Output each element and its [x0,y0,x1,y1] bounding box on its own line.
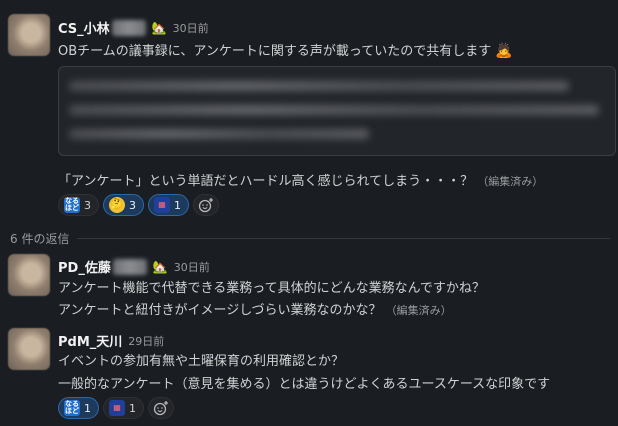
add-emoji-icon [198,198,213,213]
author-name[interactable]: PdM_天川 [58,331,122,350]
message-text: イベントの参加有無や土曜保育の利用確認とか？ [58,354,345,369]
avatar[interactable] [8,14,50,56]
avatar[interactable] [8,254,50,296]
edited-label: （編集済み） [477,175,544,188]
author-name[interactable]: CS_小林 [58,18,110,37]
reaction-blue-custom[interactable]: ▦ 1 [148,194,189,216]
house-status-icon: 🏡 [152,259,168,274]
reactions-bar: なる ほど 3 🤔 3 ▦ 1 [58,194,219,216]
message-text: アンケートと紐付きがイメージしづらい業務なのかな？ （編集済み） [58,303,452,318]
thinking-face-icon: 🤔 [109,197,125,213]
attachment-preview[interactable] [58,66,616,156]
author-name[interactable]: PD_佐藤 [58,257,111,276]
add-emoji-icon [153,401,168,416]
reply-count-divider: 6 件の返信 [10,229,610,247]
timestamp[interactable]: 30日前 [174,259,210,275]
message-followup: 「アンケート」という単語だとハードル高く感じられてしまう・・・？ （編集済み） [58,174,544,189]
reply-count: 6 件の返信 [10,231,70,246]
edited-label: （編集済み） [385,304,452,317]
reaction-thinking[interactable]: 🤔 3 [103,194,144,216]
reaction-naruhodo[interactable]: なる ほど 1 [58,397,99,419]
message-text: OBチームの議事録に、アンケートに関する声が載っていたので共有します 🙇 [58,43,513,59]
avatar[interactable] [8,328,50,370]
custom-emoji-icon: ▦ [109,400,125,416]
timestamp[interactable]: 30日前 [173,20,209,36]
message-text: 一般的なアンケート（意見を集める）とは違うけどよくあるユースケースな印象です [58,377,551,392]
add-reaction-button[interactable] [148,397,174,419]
timestamp[interactable]: 29日前 [128,333,164,349]
naruhodo-icon: なる ほど [64,400,80,416]
message-text: アンケート機能で代替できる業務って具体的にどんな業務なんですかね？ [58,281,485,296]
custom-emoji-icon: ▦ [154,197,170,213]
redacted-name [112,258,147,275]
bow-emoji-icon: 🙇 [495,43,513,59]
reactions-bar: なる ほど 1 ▦ 1 [58,397,174,419]
reaction-blue-custom[interactable]: ▦ 1 [103,397,144,419]
house-status-icon: 🏡 [151,20,167,35]
divider-line [77,237,610,239]
redacted-name [111,19,146,36]
naruhodo-icon: なる ほど [64,197,80,213]
reaction-naruhodo[interactable]: なる ほど 3 [58,194,99,216]
add-reaction-button[interactable] [193,194,219,216]
